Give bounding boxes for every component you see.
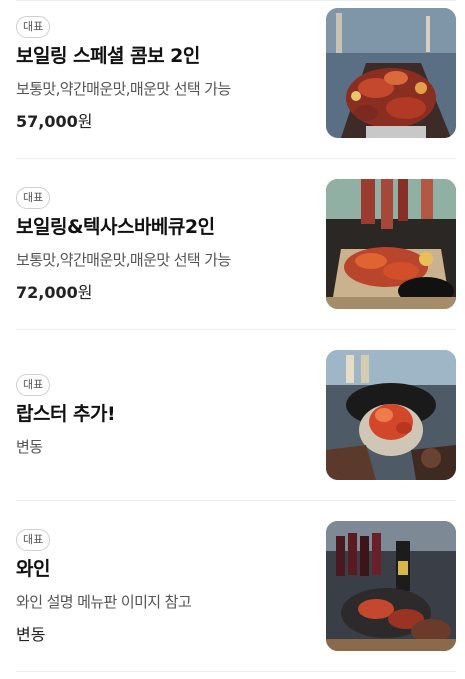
menu-item-name: 보일링 스페셜 콤보 2인 <box>16 45 200 67</box>
price-value: 72,000 <box>16 283 78 302</box>
signature-badge: 대표 <box>16 529 51 551</box>
menu-item-text: 대표 보일링 스페셜 콤보 2인 보통맛,약간매운맛,매운맛 선택 가능 57,… <box>16 8 316 138</box>
menu-item-photo[interactable] <box>326 521 456 651</box>
menu-item-photo[interactable] <box>326 179 456 309</box>
seafood-platter-photo <box>326 8 456 138</box>
price-currency: 원 <box>77 283 93 302</box>
lobster-photo <box>326 350 456 480</box>
menu-item-add-lobster[interactable]: 대표 랍스터 추가! 변동 <box>16 350 456 480</box>
menu-item-wine[interactable]: 대표 와인 와인 설명 메뉴판 이미지 참고 변동 <box>16 521 456 651</box>
menu-item-description: 와인 설명 메뉴판 이미지 참고 <box>16 593 192 611</box>
menu-item-photo[interactable] <box>326 8 456 138</box>
divider <box>16 158 456 159</box>
signature-badge: 대표 <box>16 374 51 396</box>
divider <box>16 671 456 672</box>
divider <box>16 500 456 501</box>
menu-item-name: 와인 <box>16 558 50 580</box>
divider <box>16 329 456 330</box>
price-value: 57,000 <box>16 112 78 131</box>
menu-item-description: 보통맛,약간매운맛,매운맛 선택 가능 <box>16 251 231 269</box>
menu-item-boiling-special-combo[interactable]: 대표 보일링 스페셜 콤보 2인 보통맛,약간매운맛,매운맛 선택 가능 57,… <box>16 8 456 138</box>
menu-item-price: 72,000원 <box>16 279 316 303</box>
price-currency: 원 <box>77 112 93 131</box>
menu-item-description: 보통맛,약간매운맛,매운맛 선택 가능 <box>16 80 231 98</box>
menu-item-text: 대표 랍스터 추가! 변동 <box>16 350 316 480</box>
wine-photo <box>326 521 456 651</box>
menu-list: 대표 보일링 스페셜 콤보 2인 보통맛,약간매운맛,매운맛 선택 가능 57,… <box>0 0 465 679</box>
signature-badge: 대표 <box>16 16 51 38</box>
menu-item-price: 변동 <box>16 625 46 644</box>
menu-item-boiling-texas-bbq[interactable]: 대표 보일링&텍사스바베큐2인 보통맛,약간매운맛,매운맛 선택 가능 72,0… <box>16 179 456 309</box>
menu-item-name: 랍스터 추가! <box>16 403 116 425</box>
menu-item-text: 대표 와인 와인 설명 메뉴판 이미지 참고 변동 <box>16 521 316 651</box>
menu-item-photo[interactable] <box>326 350 456 480</box>
seafood-bbq-photo <box>326 179 456 309</box>
menu-item-description: 변동 <box>16 438 43 456</box>
menu-item-text: 대표 보일링&텍사스바베큐2인 보통맛,약간매운맛,매운맛 선택 가능 72,0… <box>16 179 316 309</box>
menu-item-name: 보일링&텍사스바베큐2인 <box>16 216 215 238</box>
signature-badge: 대표 <box>16 187 51 209</box>
menu-item-price: 57,000원 <box>16 108 316 132</box>
divider <box>16 0 456 1</box>
